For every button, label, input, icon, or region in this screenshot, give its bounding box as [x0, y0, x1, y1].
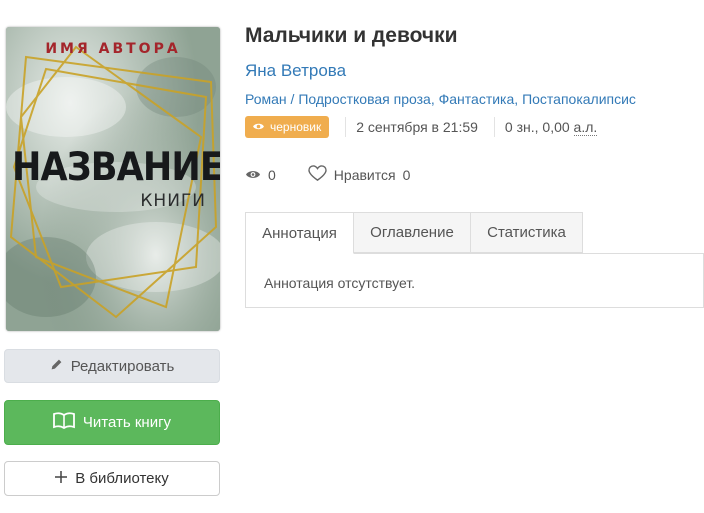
add-to-library-button-label: В библиотеку	[75, 470, 169, 487]
book-meta: черновик 2 сентября в 21:59 0 зн., 0,00 …	[245, 116, 598, 138]
publish-date: 2 сентября в 21:59	[356, 119, 478, 135]
meta-divider	[493, 117, 495, 137]
tab-contents[interactable]: Оглавление	[353, 212, 471, 253]
pencil-icon	[50, 358, 63, 375]
heart-icon	[308, 165, 327, 185]
add-to-library-button[interactable]: В библиотеку	[4, 461, 220, 496]
read-book-button[interactable]: Читать книгу	[4, 400, 220, 445]
likes-count: 0	[402, 167, 411, 183]
book-stats: 0 Нравится 0	[245, 165, 442, 185]
cover-subtitle-text: КНИГИ	[140, 191, 206, 211]
eye-icon	[245, 167, 261, 183]
views-counter: 0	[245, 167, 276, 183]
meta-divider	[345, 117, 347, 137]
likes-label: Нравится	[333, 167, 396, 183]
annotation-text: Аннотация отсутствует.	[264, 275, 416, 291]
plus-icon	[55, 470, 68, 487]
book-size-value: 0 зн., 0,00	[504, 119, 574, 135]
cover-title-text: НАЗВАНИЕ	[12, 145, 220, 190]
genre-link[interactable]: Фантастика	[439, 91, 515, 107]
edit-button[interactable]: Редактировать	[4, 349, 220, 383]
tab-label: Статистика	[487, 224, 566, 241]
open-book-icon	[53, 412, 75, 433]
book-author-link[interactable]: Яна Ветрова	[245, 61, 346, 81]
book-cover[interactable]: ИМЯ АВТОРА НАЗВАНИЕ КНИГИ	[6, 27, 220, 331]
like-button[interactable]: Нравится 0	[308, 165, 411, 185]
book-size: 0 зн., 0,00 а.л.	[504, 119, 598, 136]
edit-button-label: Редактировать	[70, 357, 175, 375]
status-badge-label: черновик	[270, 120, 322, 134]
eye-icon	[252, 120, 265, 134]
tab-annotation[interactable]: Аннотация	[245, 212, 354, 254]
tab-label: Аннотация	[262, 224, 337, 242]
genre-list: Роман / Подростковая проза, Фантастика, …	[245, 91, 636, 107]
annotation-panel: Аннотация отсутствует.	[245, 253, 704, 308]
book-title: Мальчики и девочки	[245, 24, 458, 47]
status-badge: черновик	[245, 116, 330, 138]
cover-author-text: ИМЯ АВТОРА	[45, 41, 181, 57]
genre-link[interactable]: Роман	[245, 91, 287, 107]
read-book-button-label: Читать книгу	[82, 414, 172, 431]
tab-label: Оглавление	[370, 224, 454, 241]
book-tabs: Аннотация Оглавление Статистика	[245, 212, 704, 254]
views-count: 0	[268, 167, 276, 183]
genre-link[interactable]: Подростковая проза	[298, 91, 431, 107]
tab-statistics[interactable]: Статистика	[470, 212, 583, 253]
book-size-unit: а.л.	[573, 119, 598, 136]
genre-link[interactable]: Постапокалипсис	[522, 91, 636, 107]
